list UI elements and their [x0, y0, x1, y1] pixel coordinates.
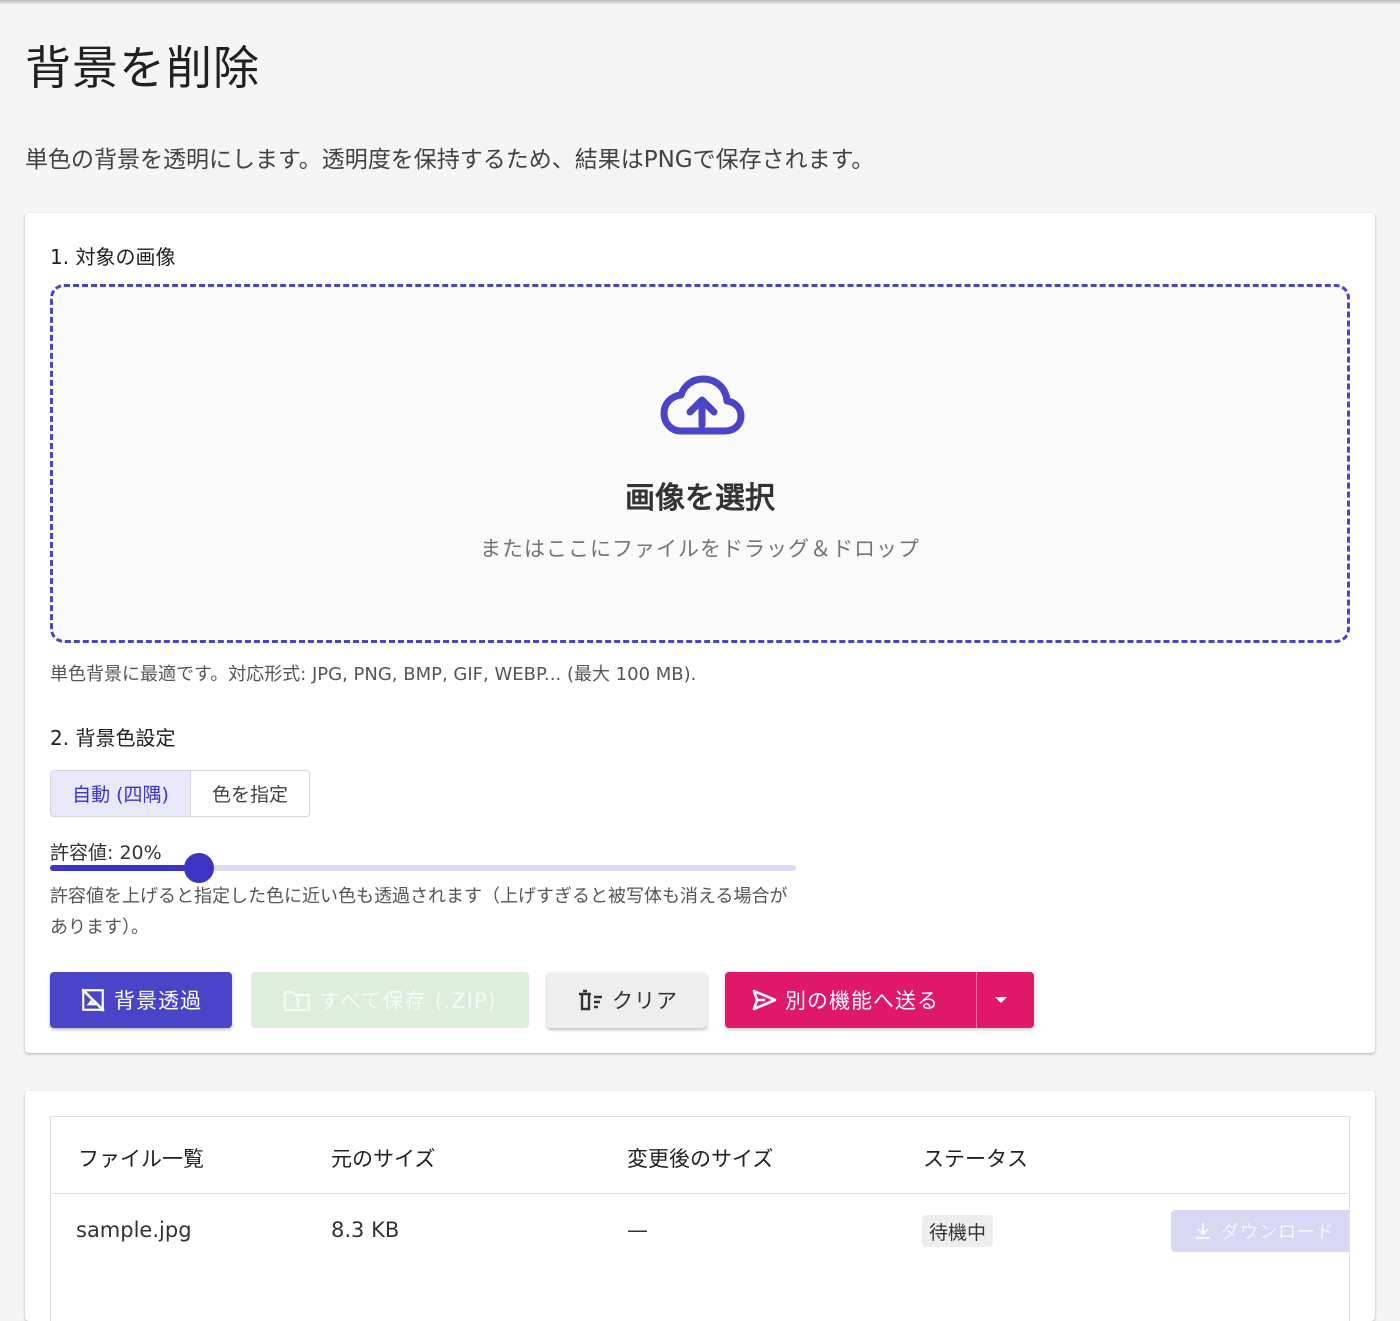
- section-label-bgcolor: 2. 背景色設定: [50, 726, 176, 750]
- send-to-feature-main[interactable]: 別の機能へ送る: [725, 972, 977, 1028]
- header-status: ステータス: [923, 1147, 1028, 1171]
- status-badge: 待機中: [922, 1215, 994, 1247]
- folder-zip-icon: [283, 990, 311, 1012]
- header-original-size: 元のサイズ: [331, 1147, 436, 1171]
- hide-image-icon: [81, 988, 105, 1012]
- tolerance-slider-thumb[interactable]: [184, 853, 215, 883]
- bg-mode-toggle: 自動 (四隅) 色を指定: [50, 770, 310, 817]
- download-button[interactable]: ダウンロード: [1171, 1210, 1349, 1252]
- section-label-image: 1. 対象の画像: [50, 245, 176, 269]
- save-all-zip-button[interactable]: すべて保存 (.ZIP): [251, 972, 529, 1028]
- settings-card: 1. 対象の画像 画像を選択 またはここにファイルをドラッグ＆ドロップ 単色背景…: [25, 213, 1375, 1053]
- table-header-row: ファイル一覧 元のサイズ 変更後のサイズ ステータス: [51, 1117, 1349, 1194]
- toggle-specify-color[interactable]: 色を指定: [191, 771, 309, 816]
- table-row: sample.jpg 8.3 KB — 待機中 ダウンロード: [51, 1194, 1349, 1270]
- download-icon: [1196, 1223, 1210, 1240]
- tolerance-slider-fill: [50, 865, 200, 871]
- file-list-card: ファイル一覧 元のサイズ 変更後のサイズ ステータス sample.jpg 8.…: [25, 1091, 1375, 1321]
- dropzone-subtitle: またはここにファイルをドラッグ＆ドロップ: [480, 537, 920, 561]
- remove-background-label: 背景透過: [114, 989, 202, 1013]
- cloud-upload-icon: [660, 375, 745, 435]
- new-size: —: [627, 1218, 648, 1242]
- page-title: 背景を削除: [25, 41, 260, 95]
- chevron-down-icon: [995, 997, 1007, 1003]
- dropzone-title: 画像を選択: [625, 481, 775, 516]
- send-icon: [752, 989, 777, 1011]
- remove-background-button[interactable]: 背景透過: [50, 972, 232, 1028]
- format-hint: 単色背景に最適です。対応形式: JPG, PNG, BMP, GIF, WEBP…: [50, 664, 697, 685]
- original-size: 8.3 KB: [331, 1218, 400, 1242]
- send-to-feature-label: 別の機能へ送る: [785, 989, 939, 1013]
- tolerance-label: 許容値: 20%: [50, 842, 162, 864]
- top-shadow-line: [0, 0, 1400, 4]
- file-name: sample.jpg: [76, 1218, 192, 1242]
- header-file-list: ファイル一覧: [78, 1147, 204, 1171]
- tolerance-help: 許容値を上げると指定した色に近い色も透過されます（上げすぎると被写体も消える場合…: [50, 886, 788, 938]
- toggle-auto-corners[interactable]: 自動 (四隅): [51, 771, 191, 816]
- delete-sweep-icon: [579, 989, 602, 1011]
- save-all-zip-label: すべて保存 (.ZIP): [319, 989, 497, 1013]
- download-label: ダウンロード: [1221, 1222, 1335, 1243]
- file-dropzone[interactable]: 画像を選択 またはここにファイルをドラッグ＆ドロップ: [50, 284, 1350, 643]
- clear-button[interactable]: クリア: [547, 972, 707, 1028]
- file-table: ファイル一覧 元のサイズ 変更後のサイズ ステータス sample.jpg 8.…: [50, 1116, 1350, 1321]
- header-new-size: 変更後のサイズ: [627, 1147, 774, 1171]
- send-dropdown-toggle[interactable]: [977, 972, 1033, 1028]
- send-to-feature-button[interactable]: 別の機能へ送る: [725, 972, 1034, 1028]
- page-description: 単色の背景を透明にします。透明度を保持するため、結果はPNGで保存されます。: [25, 147, 875, 173]
- tolerance-slider[interactable]: [50, 853, 796, 883]
- clear-label: クリア: [612, 989, 678, 1013]
